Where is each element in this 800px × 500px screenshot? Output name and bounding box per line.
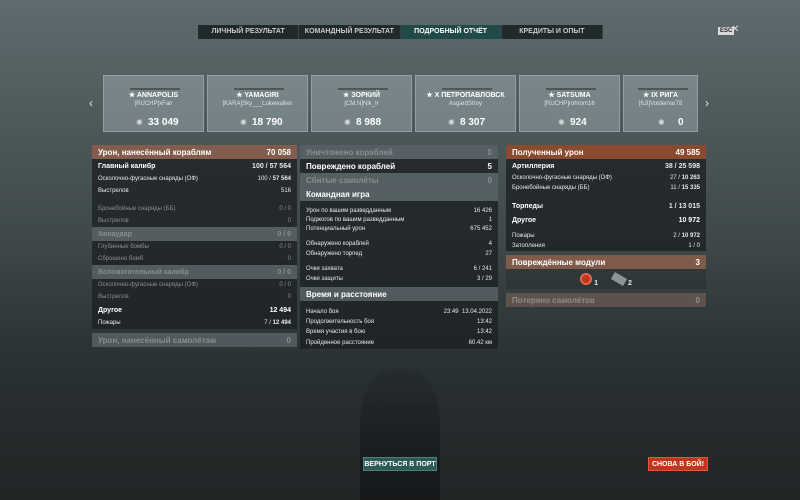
planes-lost-row: Потеряно самолётов 0	[506, 293, 706, 307]
return-to-port-button[interactable]: ВЕРНУТЬСЯ В ПОРТ	[363, 457, 437, 471]
player-name: [RUCHP]xFair	[134, 101, 173, 107]
torpedoes-row: Торпеды 1 / 13 015	[506, 199, 706, 213]
he-shells-row: Осколочно-фугасные снаряды (ОФ) 100 / 57…	[92, 173, 297, 185]
damage-icon: ✺	[448, 118, 455, 127]
player-name: [CM.N]Nik_Ir	[344, 101, 379, 107]
distance-row: Пройденное расстояние 60.42 км	[300, 337, 498, 349]
ap-shells-row: Бронебойные снаряды (ББ) 0 / 0	[92, 203, 297, 215]
dropped-bombs-row: Сброшено бомб 0	[92, 253, 297, 265]
ship-card[interactable]: ★ IX РИГА [6JI]Voldemar78 ✺ 0	[623, 75, 698, 132]
ship-image-icon	[546, 84, 596, 90]
carousel-right-arrow-icon[interactable]: ›	[705, 96, 709, 110]
depth-charges-row: Глубинные бомбы 0 / 0	[92, 241, 297, 253]
damage-icon: ✺	[658, 118, 665, 127]
ship-card[interactable]: ★ SATSUMA [RUCHP]rohrom16 ✺ 924	[519, 75, 620, 132]
flooding-row: Затопления 1 / 0	[506, 241, 706, 251]
ship-name: ★ YAMAGIRI	[236, 92, 279, 99]
ap-shots-row: Выстрелов 0	[92, 215, 297, 227]
battle-duration-row: Продолжительность боя 13:42	[300, 317, 498, 327]
participation-time-row: Время участия в бою 13:42	[300, 327, 498, 337]
damage-icon: ✺	[344, 118, 351, 127]
spotting-damage-row: Урон по вашим разведданным 16 426	[300, 206, 498, 215]
damaged-modules-header: Повреждённые модули 3	[506, 255, 706, 269]
capture-points-row: Очки захвата 6 / 241	[300, 264, 498, 274]
team-play-header: Командная игра	[300, 187, 498, 201]
destroyed-ships-row: Уничтожено кораблей 0	[300, 145, 498, 159]
ship-image-icon	[234, 84, 284, 90]
ship-card[interactable]: ★ ANNAPOLIS [RUCHP]xFair ✺ 33 049	[103, 75, 204, 132]
received-he-row: Осколочно-фугасные снаряды (ОФ) 27 / 10 …	[506, 173, 706, 183]
secondary-shots-row: Выстрелов 0	[92, 291, 297, 303]
fire-module-icon	[580, 273, 593, 285]
fire-module-count: 1	[594, 279, 598, 287]
torpedoes-spotted-row: Обнаружено торпед 27	[300, 249, 498, 259]
ship-score: 8 988	[356, 117, 382, 128]
spotting-fires-row: Поджогов по вашим разведданным 1	[300, 215, 498, 224]
damage-icon: ✺	[136, 118, 143, 127]
defense-points-row: Очки защиты 3 / 29	[300, 274, 498, 284]
damage-icon: ✺	[240, 118, 247, 127]
ship-silhouette	[360, 370, 440, 500]
main-caliber-row: Главный калибр 100 / 57 564	[92, 159, 297, 173]
ship-card[interactable]: ★ X ПЕТРОПАВЛОВСК AsgardStroy ✺ 8 307	[415, 75, 516, 132]
ship-card[interactable]: ★ YAMAGIRI [KARA]Sky___Lukewalker ✺ 18 7…	[207, 75, 308, 132]
ship-score: 33 049	[148, 117, 179, 128]
ship-image-icon	[442, 84, 492, 90]
torpedo-module-icon	[610, 272, 628, 286]
ship-image-icon	[638, 84, 688, 90]
carousel-left-arrow-icon[interactable]: ‹	[89, 96, 93, 110]
fires-row: Пожары 7 / 12 494	[92, 317, 297, 329]
received-ap-row: Бронебойные снаряды (ББ) 11 / 15 335	[506, 183, 706, 193]
artillery-row: Артиллерия 38 / 25 598	[506, 159, 706, 173]
tab-team-result[interactable]: КОМАНДНЫЙ РЕЗУЛЬТАТ	[299, 25, 401, 39]
ship-name: ★ X ПЕТРОПАВЛОВСК	[426, 92, 505, 99]
ship-name: ★ ЗОРКИЙ	[343, 92, 380, 99]
tab-credits-and-xp[interactable]: КРЕДИТЫ И ОПЫТ	[501, 25, 603, 39]
tab-detailed-report[interactable]: ПОДРОБНЫЙ ОТЧЁТ	[400, 25, 502, 39]
damaged-ships-row: Повреждено кораблей 5	[300, 159, 498, 173]
ship-name: ★ ANNAPOLIS	[128, 92, 179, 99]
ship-score: 0	[678, 117, 684, 128]
damage-received-header: Полученный урон 49 585	[506, 145, 706, 159]
planes-damage-row: Урон, нанесённый самолётам 0	[92, 333, 297, 347]
ship-score: 18 790	[252, 117, 283, 128]
ship-name: ★ IX РИГА	[642, 92, 679, 99]
potential-damage-row: Потенциальный урон 675 452	[300, 224, 498, 234]
received-fires-row: Пожары 2 / 10 972	[506, 231, 706, 241]
combat-summary-panel: Уничтожено кораблей 0 Повреждено корабле…	[300, 145, 498, 349]
battle-start-row: Начало боя 23:49 13.04.2022	[300, 307, 498, 317]
player-name: [6JI]Voldemar78	[638, 101, 683, 107]
player-name: [RUCHP]rohrom16	[544, 101, 595, 107]
close-icon[interactable]: ✕	[731, 24, 739, 35]
ship-score: 924	[570, 117, 587, 128]
planes-shot-down-row: Сбитые самолёты 0	[300, 173, 498, 187]
secondary-he-row: Осколочно-фугасные снаряды (ОФ) 0 / 0	[92, 279, 297, 291]
secondary-caliber-row: Вспомогательный калибр 0 / 0	[92, 265, 297, 279]
he-shots-row: Выстрелов 516	[92, 185, 297, 197]
battle-again-button[interactable]: СНОВА В БОЙ!	[648, 457, 708, 471]
tab-personal-result[interactable]: ЛИЧНЫЙ РЕЗУЛЬТАТ	[198, 25, 300, 39]
damage-dealt-panel: Урон, нанесённый кораблям 70 058 Главный…	[92, 145, 297, 347]
ship-card[interactable]: ★ ЗОРКИЙ [CM.N]Nik_Ir ✺ 8 988	[311, 75, 412, 132]
player-name: [KARA]Sky___Lukewalker	[222, 101, 293, 107]
player-name: AsgardStroy	[448, 101, 482, 107]
other-damage-row: Другое 12 494	[92, 303, 297, 317]
result-tabs: ЛИЧНЫЙ РЕЗУЛЬТАТ КОМАНДНЫЙ РЕЗУЛЬТАТ ПОД…	[198, 25, 603, 39]
damage-icon: ✺	[558, 118, 565, 127]
damage-dealt-header: Урон, нанесённый кораблям 70 058	[92, 145, 297, 159]
ship-score: 8 307	[460, 117, 486, 128]
ship-image-icon	[338, 84, 388, 90]
air-strike-row: Авиаудар 0 / 0	[92, 227, 297, 241]
time-distance-header: Время и расстояние	[300, 287, 498, 301]
ship-name: ★ SATSUMA	[548, 92, 591, 99]
ships-spotted-row: Обнаружено кораблей 4	[300, 239, 498, 249]
ship-image-icon	[130, 84, 180, 90]
received-other-row: Другое 10 972	[506, 213, 706, 227]
damaged-modules-icons: 1 2	[506, 269, 706, 289]
damage-received-panel: Полученный урон 49 585 Артиллерия 38 / 2…	[506, 145, 706, 307]
torpedo-module-count: 2	[628, 279, 632, 287]
